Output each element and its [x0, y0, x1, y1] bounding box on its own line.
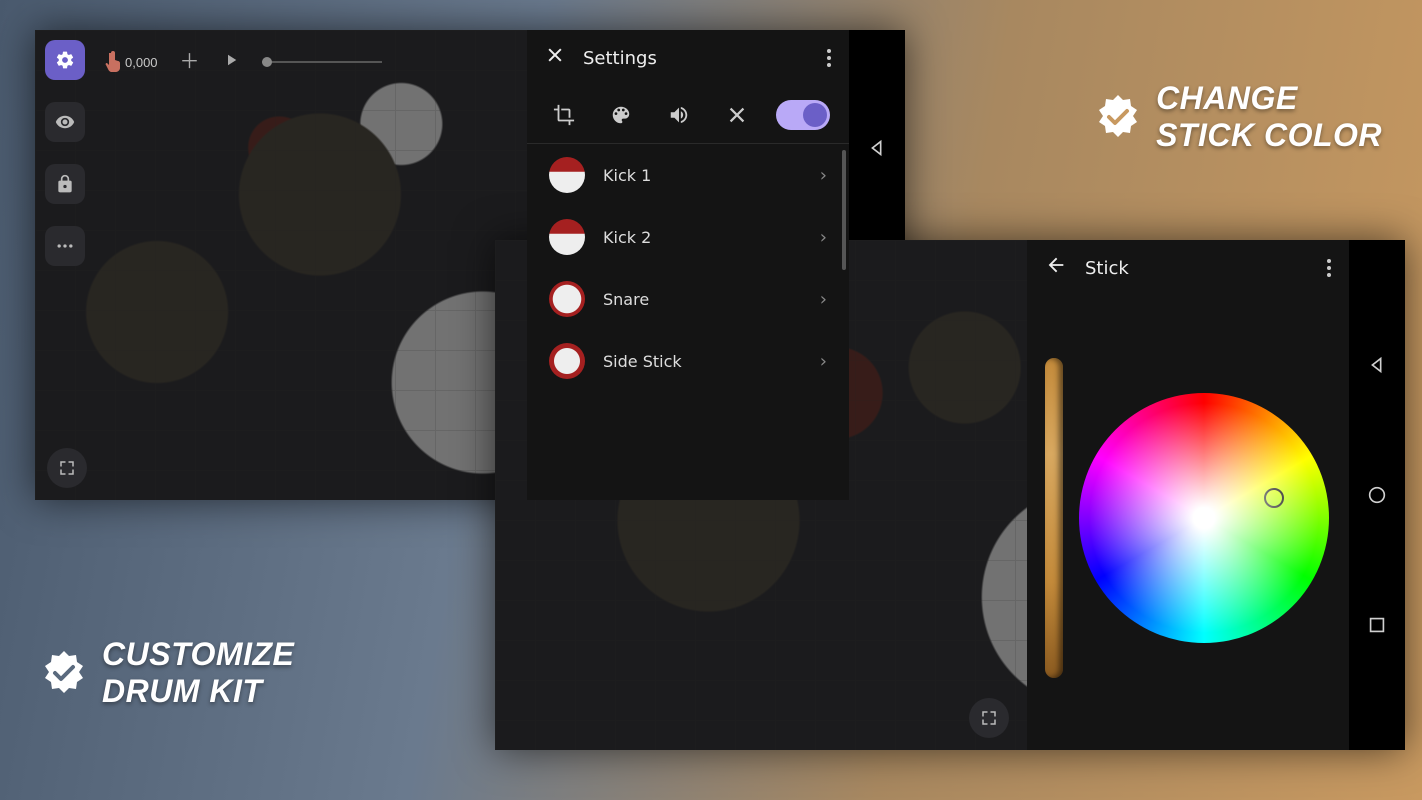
circle-home-icon — [1366, 484, 1388, 506]
visibility-button[interactable] — [45, 102, 85, 142]
close-x-icon — [726, 104, 748, 126]
3d-toggle[interactable] — [776, 100, 830, 130]
chevron-right-icon: › — [820, 289, 827, 310]
color-wheel[interactable] — [1079, 393, 1329, 643]
overflow-menu-button[interactable] — [1327, 259, 1331, 277]
instrument-label: Kick 2 — [603, 228, 802, 247]
tab-layout[interactable] — [546, 97, 582, 133]
settings-tabs — [527, 86, 849, 144]
palette-icon — [610, 104, 632, 126]
play-button[interactable] — [222, 51, 240, 73]
triangle-back-icon — [1366, 354, 1388, 376]
tab-sticks[interactable] — [719, 97, 755, 133]
fullscreen-icon — [58, 459, 76, 477]
callout-text: CUSTOMIZE DRUM KIT — [102, 636, 294, 710]
nav-recents[interactable] — [1366, 614, 1388, 636]
color-picker-indicator[interactable] — [1264, 488, 1284, 508]
nav-back[interactable] — [866, 137, 888, 159]
settings-title: Settings — [583, 48, 809, 69]
back-button[interactable] — [1045, 254, 1067, 282]
callout-customize-drumkit: CUSTOMIZE DRUM KIT — [40, 636, 294, 710]
fullscreen-button[interactable] — [47, 448, 87, 488]
nav-home[interactable] — [1366, 484, 1388, 506]
instrument-label: Kick 1 — [603, 166, 802, 185]
chevron-right-icon: › — [820, 351, 827, 372]
arrow-left-icon — [1045, 254, 1067, 276]
nav-back[interactable] — [1366, 354, 1388, 376]
square-recents-icon — [1366, 614, 1388, 636]
player-bar: 0,000 ＋ — [105, 44, 382, 80]
stick-preview — [1045, 358, 1063, 678]
fullscreen-button[interactable] — [969, 698, 1009, 738]
instrument-thumb — [549, 281, 585, 317]
settings-panel: Settings — [527, 30, 849, 500]
android-navbar — [1349, 240, 1405, 750]
beat-counter-value: 0,000 — [125, 55, 158, 70]
stick-color-panel: Stick — [1027, 240, 1349, 750]
fullscreen-icon — [980, 709, 998, 727]
add-button[interactable]: ＋ — [180, 52, 200, 72]
instrument-row-snare[interactable]: Snare › — [527, 268, 849, 330]
color-panel-title: Stick — [1085, 258, 1309, 279]
screenshot-customize-drumkit: 0,000 ＋ Settings — [35, 30, 905, 500]
instrument-list: Kick 1 › Kick 2 › Snare › Side Stick › — [527, 144, 849, 500]
instrument-thumb — [549, 157, 585, 193]
lock-button[interactable] — [45, 164, 85, 204]
callout-text: CHANGE STICK COLOR — [1156, 80, 1382, 154]
color-panel-header: Stick — [1027, 240, 1349, 296]
device-screen: 0,000 ＋ Settings — [35, 30, 849, 500]
close-icon — [545, 45, 565, 65]
chevron-right-icon: › — [820, 227, 827, 248]
more-button[interactable] — [45, 226, 85, 266]
instrument-row-sidestick[interactable]: Side Stick › — [527, 330, 849, 392]
play-icon — [222, 51, 240, 69]
eye-icon — [55, 112, 75, 132]
instrument-row-kick2[interactable]: Kick 2 › — [527, 206, 849, 268]
settings-gear-button[interactable] — [45, 40, 85, 80]
gear-icon — [55, 50, 75, 70]
settings-header: Settings — [527, 30, 849, 86]
triangle-back-icon — [866, 137, 888, 159]
tap-hand-icon — [105, 51, 121, 73]
instrument-label: Snare — [603, 290, 802, 309]
beat-counter: 0,000 — [105, 51, 158, 73]
lock-icon — [55, 174, 75, 194]
instrument-thumb — [549, 219, 585, 255]
verified-badge-icon — [40, 649, 88, 697]
volume-icon — [668, 104, 690, 126]
tab-theme[interactable] — [603, 97, 639, 133]
color-panel-body — [1027, 296, 1349, 740]
close-button[interactable] — [545, 45, 565, 71]
scrollbar[interactable] — [842, 150, 846, 270]
instrument-thumb — [549, 343, 585, 379]
instrument-row-kick1[interactable]: Kick 1 › — [527, 144, 849, 206]
chevron-right-icon: › — [820, 165, 827, 186]
more-horizontal-icon — [55, 236, 75, 256]
overflow-menu-button[interactable] — [827, 49, 831, 67]
verified-badge-icon — [1094, 93, 1142, 141]
callout-change-stick-color: CHANGE STICK COLOR — [1094, 80, 1382, 154]
left-toolbar — [45, 40, 85, 266]
track-progress[interactable] — [262, 61, 382, 63]
instrument-label: Side Stick — [603, 352, 802, 371]
tab-sound[interactable] — [661, 97, 697, 133]
crop-icon — [553, 104, 575, 126]
